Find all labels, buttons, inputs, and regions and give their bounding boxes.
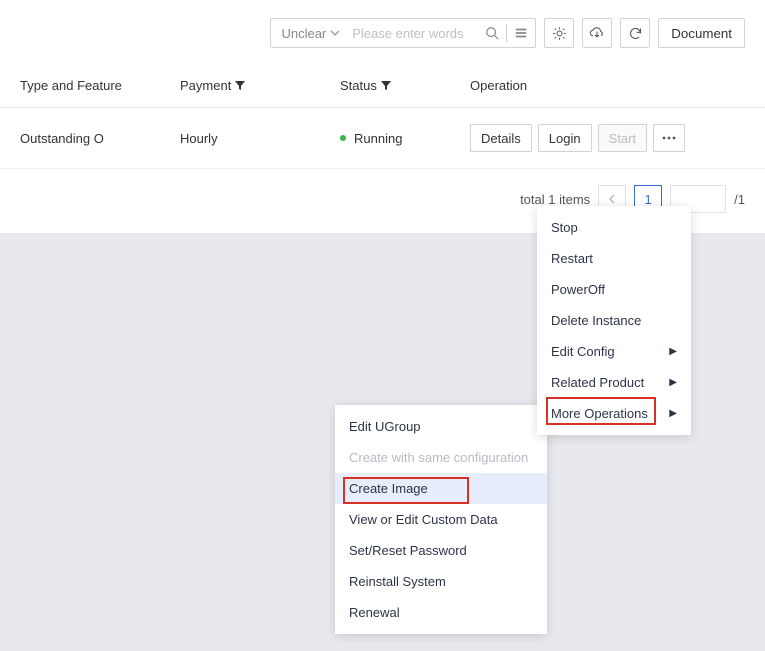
settings-button[interactable] xyxy=(544,18,574,48)
more-actions-button[interactable] xyxy=(653,124,685,152)
submenu-reset-password[interactable]: Set/Reset Password xyxy=(335,535,547,566)
th-operation-label: Operation xyxy=(470,78,527,93)
th-payment[interactable]: Payment xyxy=(180,78,340,93)
menu-edit-config[interactable]: Edit Config ▶ xyxy=(537,336,691,367)
login-button[interactable]: Login xyxy=(538,124,592,152)
search-group: Unclear xyxy=(270,18,536,48)
submenu-create-same-label: Create with same configuration xyxy=(349,450,528,465)
menu-delete-instance[interactable]: Delete Instance xyxy=(537,305,691,336)
menu-restart-label: Restart xyxy=(551,251,593,266)
submenu-edit-ugroup-label: Edit UGroup xyxy=(349,419,421,434)
search-icon xyxy=(485,26,499,40)
submenu-renewal[interactable]: Renewal xyxy=(335,597,547,628)
table-row: Outstanding O Hourly Running Details Log… xyxy=(0,108,765,169)
chevron-left-icon xyxy=(608,194,616,204)
th-type-label: Type and Feature xyxy=(20,78,122,93)
submenu-edit-ugroup[interactable]: Edit UGroup xyxy=(335,411,547,442)
menu-stop-label: Stop xyxy=(551,220,578,235)
chevron-right-icon: ▶ xyxy=(669,346,677,357)
toolbar: Unclear Document xyxy=(0,10,765,68)
th-status-label: Status xyxy=(340,78,377,93)
chevron-right-icon: ▶ xyxy=(669,408,677,419)
search-category-select[interactable]: Unclear xyxy=(271,19,348,47)
cell-payment: Hourly xyxy=(180,131,340,146)
th-status[interactable]: Status xyxy=(340,78,470,93)
refresh-button[interactable] xyxy=(620,18,650,48)
submenu-reset-pwd-label: Set/Reset Password xyxy=(349,543,467,558)
menu-delete-label: Delete Instance xyxy=(551,313,641,328)
actions-menu: Stop Restart PowerOff Delete Instance Ed… xyxy=(537,206,691,435)
filter-icon xyxy=(235,81,245,91)
details-button[interactable]: Details xyxy=(470,124,532,152)
refresh-icon xyxy=(628,26,643,41)
menu-poweroff[interactable]: PowerOff xyxy=(537,274,691,305)
search-category-label: Unclear xyxy=(281,26,326,41)
submenu-view-custom-data[interactable]: View or Edit Custom Data xyxy=(335,504,547,535)
search-button[interactable] xyxy=(478,19,506,47)
submenu-renewal-label: Renewal xyxy=(349,605,400,620)
menu-edit-config-label: Edit Config xyxy=(551,344,615,359)
cloud-download-icon xyxy=(589,25,605,41)
gear-icon xyxy=(552,26,567,41)
submenu-reinstall-system[interactable]: Reinstall System xyxy=(335,566,547,597)
submenu-create-same-config: Create with same configuration xyxy=(335,442,547,473)
submenu-view-custom-label: View or Edit Custom Data xyxy=(349,512,498,527)
list-view-button[interactable] xyxy=(507,19,535,47)
pagination-suffix: /1 xyxy=(734,192,745,207)
download-button[interactable] xyxy=(582,18,612,48)
document-button[interactable]: Document xyxy=(658,18,745,48)
cell-operation: Details Login Start xyxy=(470,124,745,152)
th-payment-label: Payment xyxy=(180,78,231,93)
menu-restart[interactable]: Restart xyxy=(537,243,691,274)
chevron-down-icon xyxy=(330,28,340,38)
submenu-create-image[interactable]: Create Image xyxy=(335,473,547,504)
menu-related-product[interactable]: Related Product ▶ xyxy=(537,367,691,398)
menu-poweroff-label: PowerOff xyxy=(551,282,605,297)
filter-icon xyxy=(381,81,391,91)
ellipsis-icon xyxy=(662,136,676,140)
status-dot-running xyxy=(340,135,346,141)
th-operation: Operation xyxy=(470,78,745,93)
menu-stop[interactable]: Stop xyxy=(537,212,691,243)
start-button: Start xyxy=(598,124,647,152)
table-header: Type and Feature Payment Status Operatio… xyxy=(0,68,765,108)
menu-related-label: Related Product xyxy=(551,375,644,390)
pagination-total: total 1 items xyxy=(520,192,590,207)
search-input[interactable] xyxy=(348,19,478,47)
main-panel: Unclear Document Type and Feature xyxy=(0,0,765,233)
submenu-create-image-label: Create Image xyxy=(349,481,428,496)
cell-status: Running xyxy=(340,131,470,146)
list-icon xyxy=(514,26,528,40)
more-operations-submenu: Edit UGroup Create with same configurati… xyxy=(335,405,547,634)
chevron-right-icon: ▶ xyxy=(669,377,677,388)
submenu-reinstall-label: Reinstall System xyxy=(349,574,446,589)
th-type: Type and Feature xyxy=(20,78,180,93)
menu-more-operations[interactable]: More Operations ▶ xyxy=(537,398,691,429)
menu-more-ops-label: More Operations xyxy=(551,406,648,421)
status-text: Running xyxy=(354,131,402,146)
cell-type: Outstanding O xyxy=(20,131,180,146)
